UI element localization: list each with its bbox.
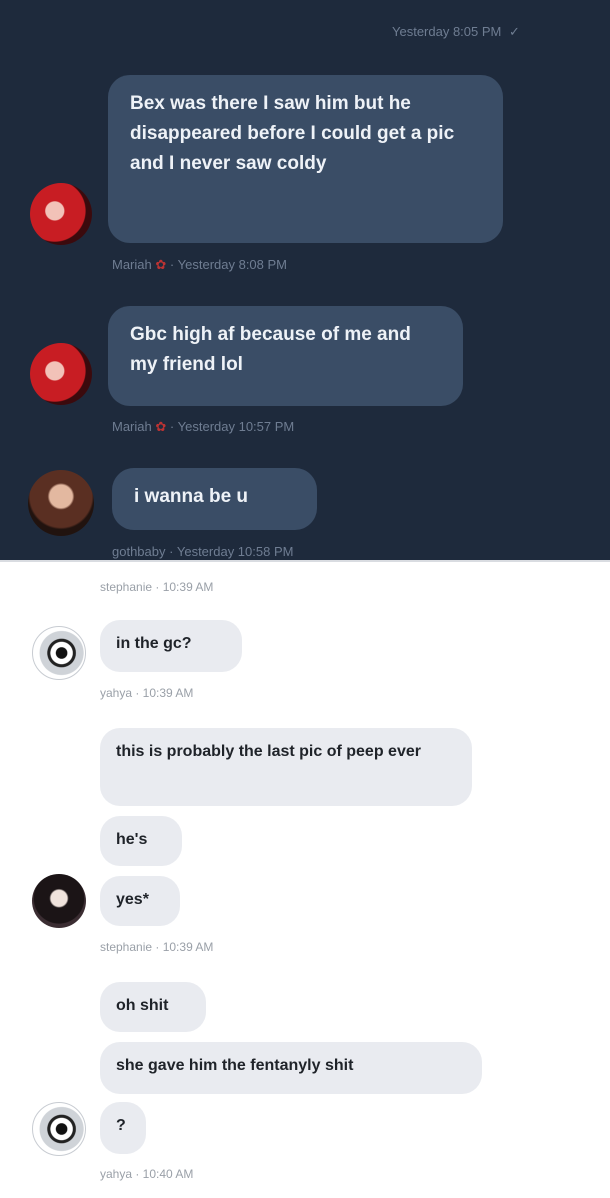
message-bubble[interactable]: this is probably the last pic of peep ev… [100, 728, 472, 806]
message-bubble[interactable]: Gbc high af because of me and my friend … [108, 306, 463, 406]
message-meta: stephanie · 10:39 AM [100, 940, 214, 954]
message-meta: Mariah ✿ · Yesterday 8:08 PM [112, 257, 288, 272]
message-bubble[interactable]: in the gc? [100, 620, 242, 672]
rose-icon: ✿ [155, 419, 167, 434]
message-text: this is probably the last pic of peep ev… [116, 743, 421, 760]
message-text: he's [116, 831, 148, 848]
message-text: i wanna be u [134, 486, 249, 507]
message-bubble[interactable]: he's [100, 816, 182, 866]
message-text: she gave him the fentanyly shit [116, 1057, 354, 1074]
avatar[interactable] [28, 470, 94, 536]
sender-name: gothbaby [112, 544, 166, 559]
message-text: Gbc high af because of me and my friend … [130, 324, 411, 375]
avatar[interactable] [32, 874, 86, 928]
message-bubble[interactable]: oh shit [100, 982, 206, 1032]
avatar[interactable] [30, 183, 92, 245]
message-meta: Mariah ✿ · Yesterday 10:57 PM [112, 419, 295, 434]
dark-chat-panel: Yesterday 8:05 PM ✓ Bex was there I saw … [0, 0, 610, 560]
timestamp: Yesterday 10:57 PM [177, 419, 295, 434]
message-meta: stephanie · 10:39 AM [100, 580, 214, 594]
message-bubble[interactable]: Bex was there I saw him but he disappear… [108, 75, 503, 243]
avatar[interactable] [32, 626, 86, 680]
message-meta: yahya · 10:39 AM [100, 686, 194, 700]
message-bubble[interactable]: ? [100, 1102, 146, 1154]
sender-name: Mariah [112, 257, 152, 272]
avatar[interactable] [30, 343, 92, 405]
timestamp: Yesterday 8:05 PM [392, 24, 502, 39]
message-meta: yahya · 10:40 AM [100, 1167, 194, 1181]
check-icon: ✓ [509, 24, 520, 39]
message-meta: Yesterday 8:05 PM ✓ [392, 24, 520, 40]
sender-name: Mariah [112, 419, 152, 434]
message-bubble[interactable]: yes* [100, 876, 180, 926]
message-text: yes* [116, 891, 149, 908]
message-text: in the gc? [116, 635, 192, 652]
avatar[interactable] [32, 1102, 86, 1156]
message-text: oh shit [116, 997, 169, 1014]
message-meta: gothbaby · Yesterday 10:58 PM [112, 544, 294, 559]
timestamp: Yesterday 8:08 PM [177, 257, 288, 272]
message-text: Bex was there I saw him but he disappear… [130, 93, 455, 174]
message-bubble[interactable]: she gave him the fentanyly shit [100, 1042, 482, 1094]
timestamp: Yesterday 10:58 PM [176, 544, 294, 559]
message-text: ? [116, 1117, 126, 1134]
rose-icon: ✿ [155, 257, 167, 272]
message-bubble[interactable]: i wanna be u [112, 468, 317, 530]
light-chat-panel: stephanie · 10:39 AM in the gc? yahya · … [0, 560, 610, 1198]
